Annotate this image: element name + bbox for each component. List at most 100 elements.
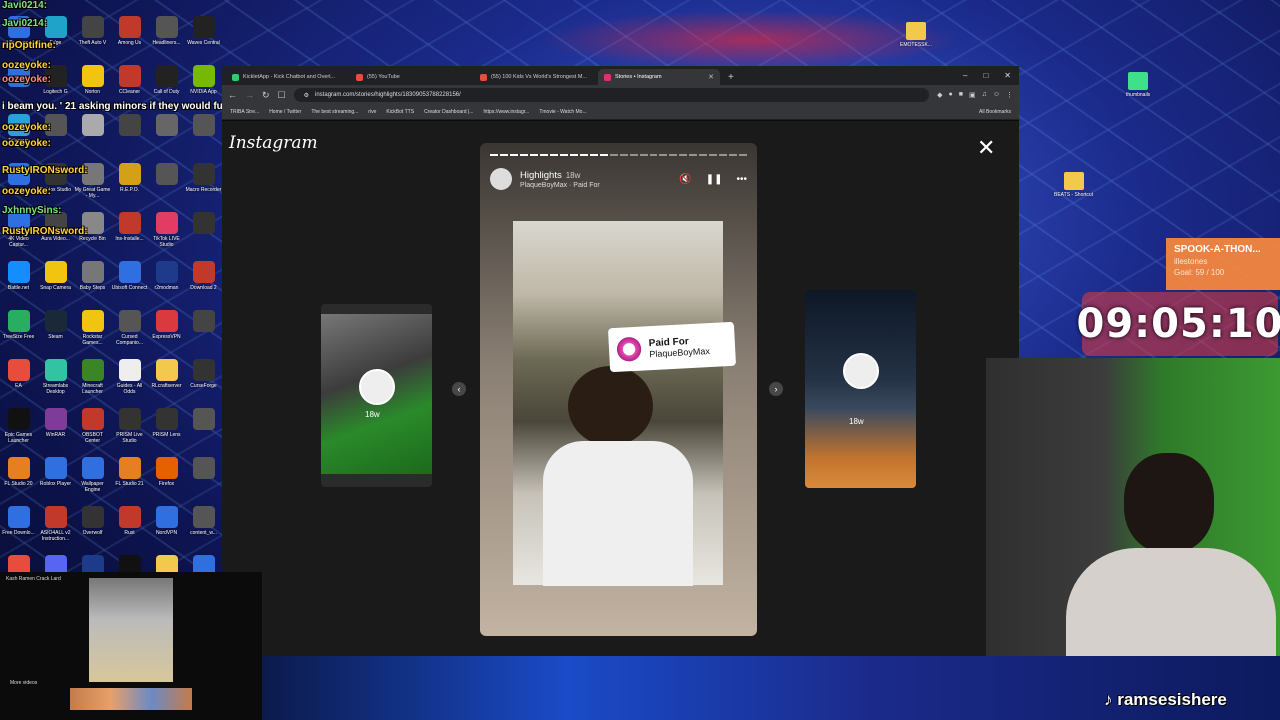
desktop-icon[interactable]: Baby Steps <box>74 261 111 310</box>
desktop-icon[interactable]: Cursed Companio... <box>111 310 148 359</box>
desktop-icon-emotes[interactable]: EMOTESSK... <box>900 22 932 48</box>
avatar[interactable] <box>490 168 512 190</box>
extension-icon[interactable]: ■ <box>959 91 963 99</box>
next-arrow-icon[interactable]: › <box>769 382 783 396</box>
desktop-icon[interactable]: PRISM Lens <box>148 408 185 457</box>
desktop-icon-thumbnails[interactable]: thumbnails <box>1126 72 1150 98</box>
desktop-icon[interactable]: RLcraftserver <box>148 359 185 408</box>
bookmark-item[interactable]: TRIBA Stre... <box>230 109 259 115</box>
extension-icon[interactable]: ◆ <box>937 91 942 99</box>
desktop-icon[interactable]: EA <box>0 359 37 408</box>
desktop-icon[interactable]: FL Studio 21 <box>111 457 148 506</box>
extension-icon[interactable]: ♫ <box>982 91 987 99</box>
minimize-icon[interactable]: – <box>963 71 967 80</box>
desktop-icon[interactable]: Minecraft Launcher <box>74 359 111 408</box>
paid-for-logo-icon <box>614 334 644 364</box>
desktop-icon[interactable]: Rust <box>111 506 148 555</box>
tab-instagram[interactable]: Stories • Instagram ✕ <box>598 69 720 85</box>
tab-youtube-video[interactable]: (55) 100 Kids Vs World's Strongest M... <box>474 69 596 85</box>
previous-story-preview[interactable]: 18w <box>321 304 432 487</box>
bookmark-item[interactable]: Creator Dashboard |... <box>424 109 473 115</box>
desktop-icon[interactable] <box>185 408 222 457</box>
desktop-icon[interactable]: ASIO4ALL v2 Instruction... <box>37 506 74 555</box>
more-videos-label[interactable]: More videos <box>10 680 37 686</box>
desktop-icon[interactable]: Battle.net <box>0 261 37 310</box>
tab-youtube[interactable]: (55) YouTube <box>350 69 472 85</box>
minecraft-icon <box>81 359 104 381</box>
desktop-icon-label: ASIO4ALL v2 Instruction... <box>40 530 71 542</box>
desktop-icon-label: Roblox Player <box>39 481 72 487</box>
bookmark-item[interactable]: https://www.instagr... <box>483 109 529 115</box>
desktop-icon-beats[interactable]: BEATS - Shortcut <box>1054 172 1093 198</box>
bookmark-item[interactable]: rive <box>368 109 376 115</box>
address-bar[interactable]: ⚙ instagram.com/stories/highlights/18309… <box>293 88 930 102</box>
desktop-icon[interactable]: Guides - All Odds <box>111 359 148 408</box>
chat-message: Javi0214: <box>2 18 47 29</box>
close-window-icon[interactable]: ✕ <box>1004 71 1011 80</box>
desktop-icon[interactable]: Streamlabs Desktop <box>37 359 74 408</box>
extension-icon[interactable]: ● <box>949 91 953 99</box>
desktop-icon[interactable]: Ubisoft Connect <box>111 261 148 310</box>
story-subtitle[interactable]: PlaqueBoyMax · Paid For <box>520 182 600 189</box>
bookmark-item[interactable]: The best streaming... <box>311 109 358 115</box>
desktop-icon[interactable]: Steam <box>37 310 74 359</box>
avatar <box>843 353 879 389</box>
all-bookmarks[interactable]: All Bookmarks <box>979 109 1011 115</box>
back-icon[interactable]: ← <box>228 90 237 100</box>
paid-for-sticker[interactable]: Paid For PlaqueBoyMax <box>607 321 737 373</box>
mute-icon[interactable]: 🔇 <box>679 174 691 185</box>
pause-icon[interactable]: ❚❚ <box>706 174 723 185</box>
desktop-icon[interactable]: Overwolf <box>74 506 111 555</box>
forward-icon[interactable]: → <box>245 90 254 100</box>
desktop-icon[interactable]: Roblox Player <box>37 457 74 506</box>
more-icon[interactable]: ••• <box>736 174 747 185</box>
desktop-icon-label: Steam <box>48 334 63 340</box>
maximize-icon[interactable]: □ <box>983 71 988 80</box>
desktop-icon[interactable]: Rockstar Games... <box>74 310 111 359</box>
desktop-icon[interactable]: Firefox <box>148 457 185 506</box>
mini-video[interactable] <box>89 578 173 682</box>
bookmark-icon[interactable]: ☐ <box>278 90 286 101</box>
desktop-icon[interactable]: content_w... <box>185 506 222 555</box>
desktop-icon[interactable]: Free Downlo... <box>0 506 37 555</box>
bookmark-item[interactable]: Home / Twitter <box>269 109 301 115</box>
story-title[interactable]: Highlights <box>520 170 562 181</box>
story-time: 18w <box>849 417 864 426</box>
desktop-icon[interactable]: TreeSize Free <box>0 310 37 359</box>
desktop-icon[interactable]: PRISM Live Studio <box>111 408 148 457</box>
desktop-icon[interactable]: Epic Games Launcher <box>0 408 37 457</box>
desktop-icon[interactable]: NordVPN <box>148 506 185 555</box>
tab-kicklet[interactable]: KickletApp - Kick Chatbot and Overl... <box>226 69 348 85</box>
desktop-icon[interactable] <box>185 457 222 506</box>
desktop-icon-label: r2modman <box>154 285 179 291</box>
story-viewer[interactable]: Highlights 18w PlaqueBoyMax · Paid For 🔇 … <box>480 143 757 636</box>
reload-icon[interactable]: ↻ <box>262 90 270 101</box>
desktop-icon[interactable]: OBSBOT Center <box>74 408 111 457</box>
desktop-icon[interactable]: CurseForge <box>185 359 222 408</box>
desktop-icon[interactable]: Snap Camera <box>37 261 74 310</box>
desktop-icon[interactable]: r2modman <box>148 261 185 310</box>
extension-icon[interactable]: ▣ <box>969 91 976 99</box>
desktop-icon[interactable]: WinRAR <box>37 408 74 457</box>
profile-icon[interactable]: ☺ <box>993 91 1000 99</box>
desktop-icon[interactable]: Download 2 <box>185 261 222 310</box>
chat-username: Javi0214: <box>2 18 48 29</box>
close-story-icon[interactable]: ✕ <box>977 137 995 159</box>
new-tab-button[interactable]: + <box>722 72 740 85</box>
menu-icon[interactable]: ⋮ <box>1006 91 1013 99</box>
next-story-preview[interactable]: 18w <box>805 290 916 488</box>
bookmark-item[interactable]: KickBot TTS <box>386 109 414 115</box>
goal-progress: Goal: 59 / 100 <box>1174 268 1225 277</box>
desktop-icon[interactable]: FL Studio 20 <box>0 457 37 506</box>
video-thumbnails[interactable] <box>70 688 192 710</box>
site-info-icon[interactable]: ⚙ <box>304 92 309 99</box>
previous-arrow-icon[interactable]: ‹ <box>452 382 466 396</box>
instagram-logo[interactable]: Instagram <box>229 133 318 153</box>
roblox-icon <box>44 457 67 479</box>
desktop-icon[interactable]: ExpressVPN <box>148 310 185 359</box>
desktop-icon[interactable]: Wallpaper Engine <box>74 457 111 506</box>
bookmark-item[interactable]: Tmovie - Watch Mo... <box>539 109 586 115</box>
stream-timer: 09:05:10 <box>1077 292 1280 356</box>
desktop-icon[interactable] <box>185 310 222 359</box>
close-tab-icon[interactable]: ✕ <box>708 73 714 81</box>
